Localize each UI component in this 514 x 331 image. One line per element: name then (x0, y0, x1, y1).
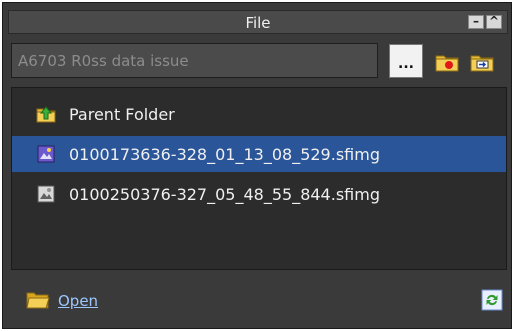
file-panel: File – ^ ... Parent Folder (2, 2, 512, 329)
list-item-label: Parent Folder (69, 105, 175, 124)
list-item-label: 0100173636-328_01_13_08_529.sfimg (69, 145, 380, 164)
maximize-button[interactable]: ^ (486, 15, 502, 29)
image-file-icon (37, 185, 55, 203)
export-folder-icon[interactable] (469, 49, 495, 75)
minimize-button[interactable]: – (468, 15, 484, 29)
open-link[interactable]: Open (58, 292, 98, 310)
panel-title: File (245, 14, 271, 32)
image-file-icon (37, 145, 55, 163)
list-item-label: 0100250376-327_05_48_55_844.sfimg (69, 185, 380, 204)
list-item-file[interactable]: 0100250376-327_05_48_55_844.sfimg (12, 176, 506, 212)
footer-bar: Open (11, 278, 507, 322)
refresh-icon[interactable] (481, 289, 503, 311)
new-folder-icon[interactable] (434, 49, 460, 75)
title-bar: File – ^ (8, 10, 508, 34)
list-item-file[interactable]: 0100173636-328_01_13_08_529.sfimg (12, 136, 506, 172)
parent-folder-icon (36, 106, 56, 123)
browse-button[interactable]: ... (389, 44, 423, 78)
file-list: Parent Folder 0100173636-328_01_13_08_52… (11, 87, 507, 270)
list-item-parent-folder[interactable]: Parent Folder (12, 96, 506, 132)
open-folder-icon[interactable] (26, 290, 50, 310)
path-input[interactable] (11, 43, 378, 78)
